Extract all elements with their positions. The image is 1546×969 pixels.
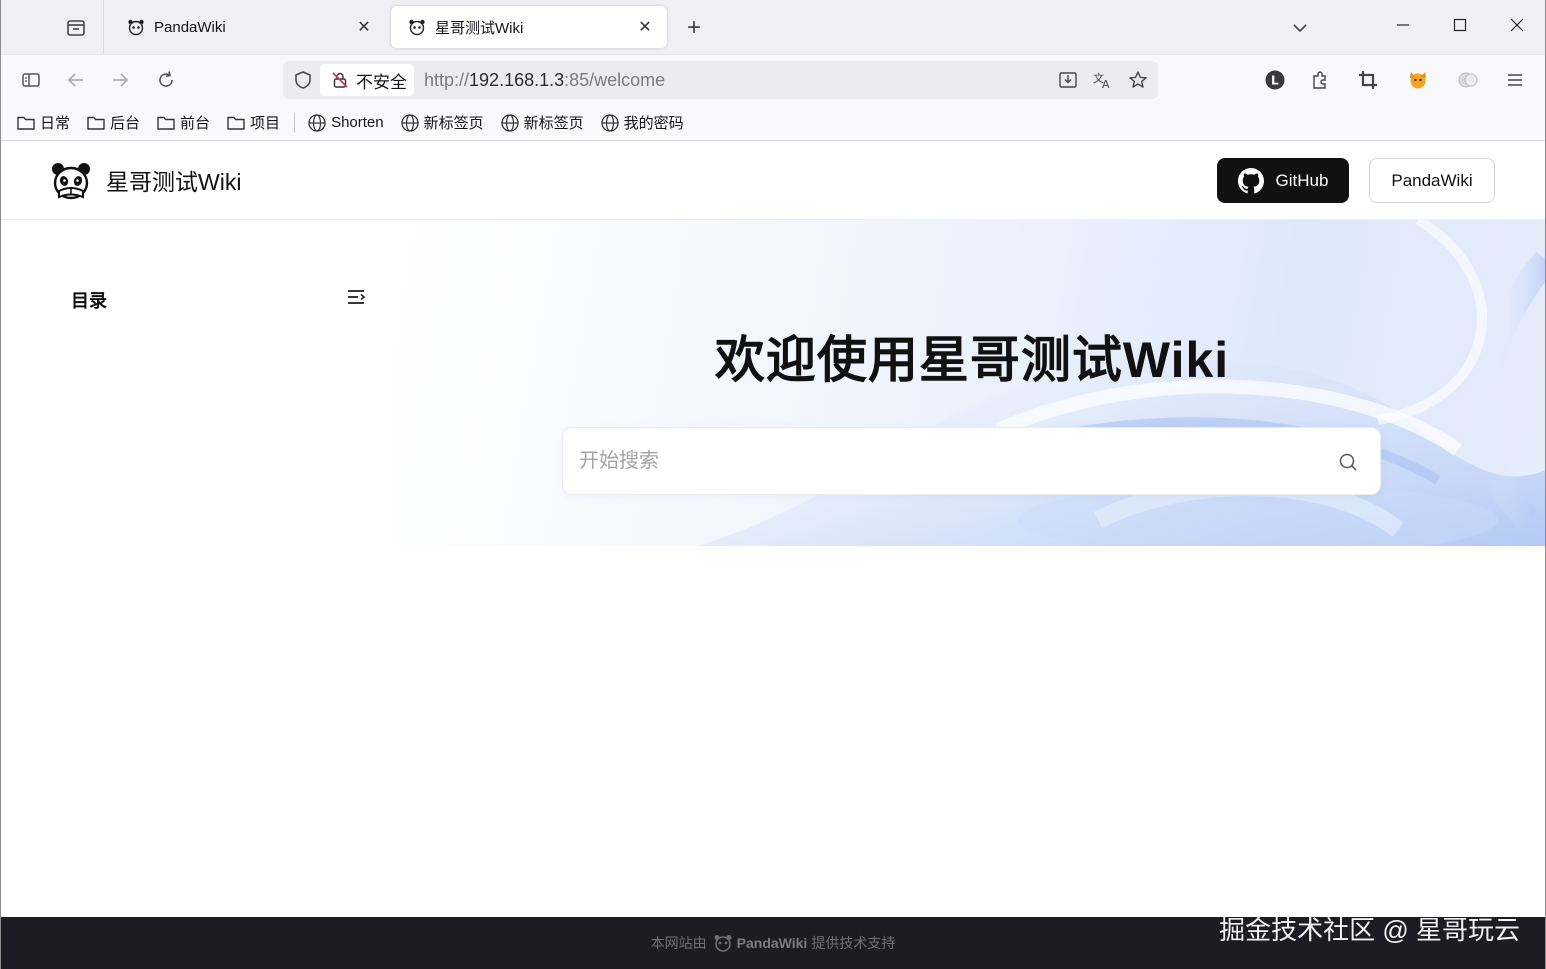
toc-collapse-icon[interactable] bbox=[344, 285, 368, 309]
back-arrow-icon[interactable] bbox=[62, 66, 90, 94]
extension-l-icon[interactable]: L bbox=[1261, 66, 1289, 94]
svg-text:A: A bbox=[1102, 78, 1110, 90]
window-border-left bbox=[0, 0, 1, 969]
connection-insecure-badge[interactable]: 不安全 bbox=[320, 64, 414, 96]
globe-icon bbox=[400, 113, 419, 132]
url-path: :85/welcome bbox=[564, 70, 666, 90]
bookmark-label: 后台 bbox=[110, 115, 141, 132]
search-icon[interactable] bbox=[1336, 450, 1360, 474]
github-button-label: GitHub bbox=[1275, 170, 1329, 190]
bookmark-separator bbox=[294, 112, 296, 133]
tab-list-button[interactable] bbox=[48, 0, 104, 55]
new-tab-plus-icon[interactable]: + bbox=[680, 14, 708, 42]
site-header: 星哥测试Wiki GitHub PandaWiki bbox=[0, 141, 1546, 220]
welcome-hero: 欢迎使用星哥测试Wiki bbox=[398, 220, 1546, 546]
panda-favicon-icon bbox=[126, 17, 146, 37]
list-all-tabs-chevron-icon[interactable] bbox=[1286, 14, 1314, 42]
bookmark-label: 项目 bbox=[250, 115, 281, 132]
screenshot-crop-icon[interactable] bbox=[1354, 66, 1382, 94]
tab-title: PandaWiki bbox=[154, 18, 226, 36]
folder-icon bbox=[157, 116, 175, 130]
extension-badge-letter: L bbox=[1271, 74, 1279, 88]
search-input[interactable] bbox=[579, 428, 1319, 494]
folder-icon bbox=[87, 116, 105, 130]
tab-title: 星哥测试Wiki bbox=[435, 19, 524, 37]
url-host: 192.168.1.3 bbox=[469, 70, 565, 90]
footer-prefix: 本网站由 bbox=[650, 935, 707, 951]
panda-favicon-icon bbox=[407, 17, 427, 37]
bookmark-folder-daily[interactable]: 日常 bbox=[16, 112, 70, 133]
bookmark-my-passwords[interactable]: 我的密码 bbox=[600, 112, 684, 133]
footer-pandawiki-link[interactable]: PandaWiki bbox=[737, 935, 808, 951]
footer-suffix: 提供技术支持 bbox=[811, 935, 896, 951]
minimize-icon[interactable] bbox=[1388, 10, 1418, 40]
url-bar[interactable]: 不安全 http://192.168.1.3:85/welcome 文A bbox=[283, 61, 1158, 99]
globe-icon bbox=[308, 113, 326, 132]
close-window-icon[interactable] bbox=[1502, 10, 1532, 40]
url-text[interactable]: http://192.168.1.3:85/welcome bbox=[424, 61, 665, 99]
github-icon bbox=[1237, 167, 1264, 193]
search-box bbox=[562, 427, 1381, 495]
hamburger-menu-icon[interactable] bbox=[1501, 66, 1529, 94]
translate-icon[interactable]: 文A bbox=[1089, 66, 1117, 94]
install-download-icon[interactable] bbox=[1054, 66, 1082, 94]
site-footer: 本网站由 PandaWiki 提供技术支持 掘金技术社区 @ 星哥玩云 bbox=[0, 917, 1546, 969]
extension-profile-icon[interactable] bbox=[1454, 66, 1482, 94]
close-tab-icon[interactable]: ✕ bbox=[635, 17, 655, 37]
toc-title: 目录 bbox=[71, 291, 107, 311]
globe-icon bbox=[600, 113, 619, 132]
bookmark-new-tab-1[interactable]: 新标签页 bbox=[400, 112, 484, 133]
bookmark-label: 新标签页 bbox=[523, 115, 584, 132]
panda-logo-icon[interactable] bbox=[50, 160, 92, 202]
bookmark-folder-backend[interactable]: 后台 bbox=[86, 112, 140, 133]
folder-icon bbox=[227, 116, 245, 130]
maximize-icon[interactable] bbox=[1445, 10, 1475, 40]
close-tab-icon[interactable]: ✕ bbox=[354, 17, 374, 37]
bookmark-star-icon[interactable] bbox=[1124, 66, 1152, 94]
forward-arrow-icon[interactable] bbox=[106, 66, 134, 94]
site-name[interactable]: 星哥测试Wiki bbox=[106, 165, 241, 199]
bookmark-label: 前台 bbox=[180, 115, 211, 132]
bookmarks-toolbar: 日常 后台 前台 项目 Shorten 新标签页 新标签页 我的密码 bbox=[0, 105, 1546, 141]
bookmark-label: 我的密码 bbox=[623, 115, 684, 132]
browser-tabbar: PandaWiki ✕ 星哥测试Wiki ✕ + bbox=[0, 0, 1546, 55]
bookmark-label: 日常 bbox=[40, 115, 71, 132]
bookmark-label: 新标签页 bbox=[423, 115, 484, 132]
bookmark-folder-projects[interactable]: 项目 bbox=[226, 112, 280, 133]
pandawiki-button-label: PandaWiki bbox=[1391, 170, 1473, 190]
insecure-label: 不安全 bbox=[356, 72, 407, 92]
reload-icon[interactable] bbox=[152, 66, 180, 94]
tracking-shield-icon[interactable] bbox=[289, 66, 317, 94]
github-button[interactable]: GitHub bbox=[1217, 158, 1349, 203]
folder-icon bbox=[17, 116, 35, 130]
extensions-puzzle-icon[interactable] bbox=[1306, 66, 1334, 94]
watermark-text: 掘金技术社区 @ 星哥玩云 bbox=[1219, 915, 1520, 945]
hero-title: 欢迎使用星哥测试Wiki bbox=[714, 332, 1230, 388]
browser-navbar: 不安全 http://192.168.1.3:85/welcome 文A L bbox=[0, 55, 1546, 105]
extension-fox-icon[interactable] bbox=[1404, 66, 1432, 94]
bookmark-shorten[interactable]: Shorten bbox=[307, 113, 384, 133]
insecure-lock-icon bbox=[330, 70, 350, 90]
tab-pandawiki[interactable]: PandaWiki ✕ bbox=[110, 6, 386, 48]
pandawiki-button[interactable]: PandaWiki bbox=[1369, 158, 1495, 203]
tab-xingge-wiki[interactable]: 星哥测试Wiki ✕ bbox=[391, 6, 667, 48]
bookmark-label: Shorten bbox=[331, 114, 384, 131]
globe-icon bbox=[500, 113, 519, 132]
bookmark-folder-frontend[interactable]: 前台 bbox=[156, 112, 210, 133]
tab-tray-icon bbox=[66, 19, 85, 36]
bookmark-new-tab-2[interactable]: 新标签页 bbox=[500, 112, 584, 133]
toc-sidebar: 目录 bbox=[0, 220, 398, 917]
url-scheme: http:// bbox=[424, 70, 470, 90]
panda-footer-logo-icon bbox=[714, 935, 732, 952]
sidebar-toggle-icon[interactable] bbox=[17, 66, 45, 94]
